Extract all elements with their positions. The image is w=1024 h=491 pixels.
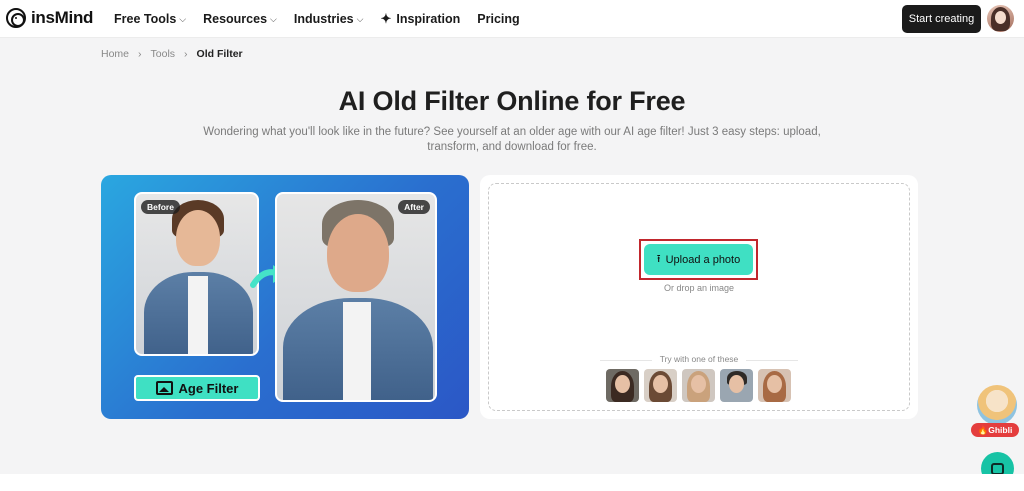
page-title: AI Old Filter Online for Free	[338, 86, 686, 116]
menu-inspiration[interactable]: ✦ Inspiration	[380, 11, 460, 27]
top-nav: insMind Free Tools ⌵ Resources ⌵ Industrie…	[0, 0, 1024, 38]
ghibli-badge: 🔥 Ghibli	[971, 423, 1019, 437]
sparkle-icon: ✦	[380, 11, 392, 26]
user-avatar[interactable]	[987, 5, 1014, 32]
chevron-down-icon: ⌵	[356, 13, 364, 24]
age-filter-button[interactable]: Age Filter	[134, 375, 260, 401]
upload-button-label: Upload a photo	[665, 253, 741, 266]
fire-icon: 🔥	[977, 424, 989, 435]
logo-icon	[6, 8, 26, 28]
menu-industries[interactable]: Industries ⌵	[294, 12, 364, 26]
upload-photo-button[interactable]: ⭱ Upload a photo	[644, 244, 753, 275]
chevron-right-icon: ›	[138, 48, 142, 60]
chevron-down-icon: ⌵	[179, 13, 187, 24]
menu-label: Industries	[293, 12, 354, 26]
drop-hint: Or drop an image	[663, 283, 735, 293]
image-sparkle-icon	[155, 381, 173, 395]
ghibli-character-image	[977, 385, 1017, 425]
sample-image[interactable]	[758, 369, 791, 402]
try-samples-header: Try with one of these	[600, 354, 798, 366]
menu-label: Pricing	[477, 12, 520, 26]
chat-icon	[991, 462, 1004, 475]
ghibli-label: Ghibli	[988, 425, 1013, 435]
logo[interactable]: insMind	[6, 8, 93, 28]
sample-images	[606, 369, 791, 402]
menu-resources[interactable]: Resources ⌵	[203, 12, 277, 26]
before-after-demo: Before After Age Filter	[101, 175, 469, 419]
chevron-right-icon: ›	[184, 48, 188, 60]
breadcrumb-tools[interactable]: Tools	[151, 48, 176, 60]
page-subtitle: Wondering what you'll look like in the f…	[203, 126, 821, 153]
ghibli-promo[interactable]: 🔥 Ghibli	[971, 385, 1021, 439]
chevron-down-icon: ⌵	[270, 13, 277, 24]
before-tag: Before	[141, 200, 180, 214]
upload-panel: ⭱ Upload a photo Or drop an image Try wi…	[480, 175, 918, 419]
breadcrumb-home[interactable]: Home	[101, 48, 129, 60]
after-image: After	[275, 192, 437, 402]
try-samples-label: Try with one of these	[659, 354, 739, 364]
breadcrumb-current: Old Filter	[196, 48, 243, 60]
menu-label: Inspiration	[396, 12, 461, 26]
sample-image[interactable]	[644, 369, 677, 402]
age-filter-label: Age Filter	[178, 380, 239, 396]
before-image: Before	[134, 192, 259, 356]
page-footer-strip	[0, 474, 1024, 491]
sample-image[interactable]	[682, 369, 715, 402]
start-creating-button[interactable]: Start creating	[902, 5, 981, 33]
breadcrumb: Home › Tools › Old Filter	[101, 48, 243, 60]
after-tag: After	[398, 200, 430, 214]
upload-icon: ⭱	[656, 253, 661, 265]
menu-pricing[interactable]: Pricing	[477, 12, 519, 26]
menu-label: Free Tools	[114, 12, 177, 26]
main-menu: Free Tools ⌵ Resources ⌵ Industries ⌵ ✦ Insp…	[114, 0, 537, 38]
logo-text: insMind	[31, 8, 94, 27]
sample-image[interactable]	[720, 369, 753, 402]
menu-free-tools[interactable]: Free Tools ⌵	[114, 12, 186, 26]
sample-image[interactable]	[606, 369, 639, 402]
menu-label: Resources	[203, 12, 268, 26]
